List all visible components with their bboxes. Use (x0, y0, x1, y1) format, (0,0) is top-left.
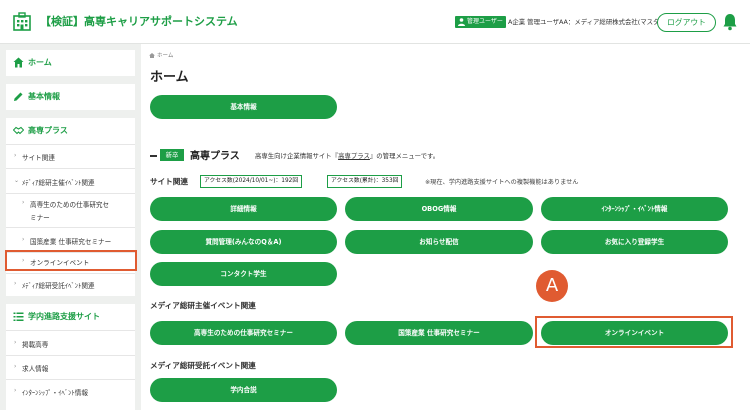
basic-info-button[interactable]: 基本情報 (150, 95, 337, 119)
section-title: 高専プラス (190, 151, 240, 162)
chevron-down-icon: ⌄ (14, 177, 20, 184)
sidebar-section-basic: 基本情報 (6, 84, 135, 110)
main-content: ホーム ホーム 基本情報 新卒 高専プラス 高専生向け企業情報サイト『高専プラス… (141, 44, 750, 410)
section-description: 高専生向け企業情報サイト『高専プラス』の管理メニューです。 (255, 152, 440, 160)
sub-marker-icon: › (22, 236, 25, 243)
role-badge: 管理ユーザー (455, 16, 506, 28)
sidebar-highlight-box (5, 250, 137, 271)
campus-fair-button[interactable]: 学内合説 (150, 378, 337, 402)
role-badge-label: 管理ユーザー (467, 18, 503, 25)
notice-delivery-button[interactable]: お知らせ配信 (345, 230, 533, 254)
media-hosted-heading: メディア総研主催イベント関連 (150, 301, 256, 310)
sidebar-item-basic-info[interactable]: 基本情報 (6, 84, 135, 110)
chevron-right-icon: › (14, 387, 17, 394)
sidebar-item-kosen-plus[interactable]: 高専プラス (6, 118, 135, 144)
page-title: ホーム (150, 70, 189, 85)
favorite-students-button[interactable]: お気に入り登録学生 (541, 230, 728, 254)
list-icon (13, 312, 24, 321)
qa-management-button[interactable]: 質問管理(みんなのQ＆A) (150, 230, 337, 254)
national-seminar-button[interactable]: 国策産業 仕事研究セミナー (345, 321, 533, 345)
sidebar-basic-info-label: 基本情報 (28, 92, 60, 101)
chevron-right-icon: › (14, 152, 17, 159)
section-dash (150, 155, 157, 157)
copy-notice: ※現在、学内進路支援サイトへの複製機能はありません (425, 179, 579, 186)
user-name: A企業 管理ユーザAA：メディア総研株式会社(マスタ) (508, 18, 662, 26)
media-contracted-heading: メディア総研受託イベント関連 (150, 361, 256, 370)
online-event-highlight-box (535, 316, 733, 348)
chevron-right-icon: › (14, 339, 17, 346)
chevron-right-icon: › (14, 363, 17, 370)
person-icon (458, 18, 465, 26)
contact-students-button[interactable]: コンタクト学生 (150, 262, 337, 286)
chevron-right-icon: › (14, 280, 17, 287)
obog-info-button[interactable]: OBOG情報 (345, 197, 533, 221)
logout-button[interactable]: ログアウト (657, 13, 716, 32)
bell-icon[interactable] (722, 13, 738, 31)
sidebar-section-school-support: 学内進路支援サイト › 掲載高専 › 求人情報 › ｲﾝﾀｰﾝｼｯﾌﾟ・ｲﾍﾞﾝﾄ情報 (6, 304, 135, 410)
divider (6, 355, 135, 356)
divider (6, 273, 135, 274)
access-count-since: アクセス数(2024/10/01~)：192回 (200, 175, 303, 188)
breadcrumb-home[interactable]: ホーム (157, 53, 173, 59)
sidebar-section-home: ホーム (6, 50, 135, 76)
building-icon (13, 12, 31, 31)
handshake-icon (13, 126, 24, 135)
pencil-icon (14, 92, 23, 101)
sidebar-kosen-plus-label: 高専プラス (28, 126, 68, 135)
sidebar-home-label: ホーム (28, 58, 52, 67)
kosen-seminar-button[interactable]: 高専生のための仕事研究セミナー (150, 321, 337, 345)
divider (6, 330, 135, 331)
home-icon (13, 57, 24, 68)
annotation-marker-a: A (536, 270, 568, 302)
internship-event-button[interactable]: ｲﾝﾀｰﾝｼｯﾌﾟ・ｲﾍﾞﾝﾄ情報 (541, 197, 728, 221)
new-grad-badge: 新卒 (160, 149, 184, 161)
divider (6, 379, 135, 380)
divider (6, 168, 135, 169)
sidebar-school-support-label: 学内進路支援サイト (28, 312, 100, 321)
home-icon (149, 53, 155, 58)
access-count-total: アクセス数(累計)：353回 (327, 175, 403, 188)
divider (6, 193, 135, 194)
top-header: 【検証】高専キャリアサポートシステム 管理ユーザー A企業 管理ユーザAA：メデ… (0, 0, 750, 44)
sidebar-item-school-support[interactable]: 学内進路支援サイト (6, 304, 135, 330)
divider (6, 227, 135, 228)
sub-marker-icon: › (22, 199, 25, 206)
site-related-heading: サイト関連 (150, 177, 188, 186)
detail-info-button[interactable]: 詳細情報 (150, 197, 337, 221)
kosen-plus-link[interactable]: 高専プラス (338, 152, 370, 160)
sidebar-item-home[interactable]: ホーム (6, 50, 135, 76)
breadcrumb: ホーム (149, 51, 173, 59)
app-title[interactable]: 【検証】高専キャリアサポートシステム (40, 13, 238, 29)
divider (6, 144, 135, 145)
